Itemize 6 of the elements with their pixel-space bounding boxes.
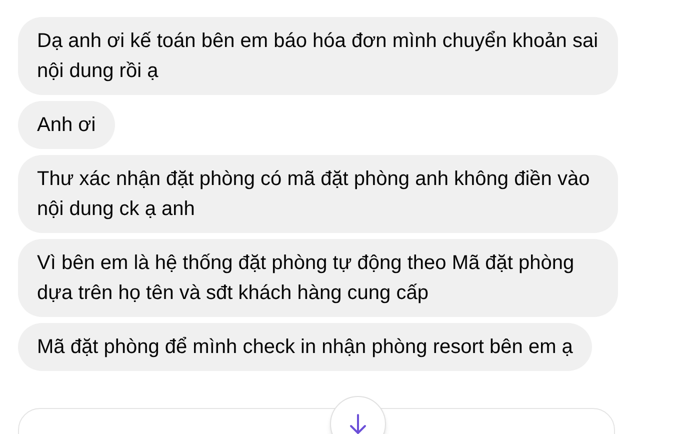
message-bubble: Dạ anh ơi kế toán bên em báo hóa đơn mình chuyển khoản sai nội dung rồi ạ (18, 17, 618, 95)
arrow-down-icon (349, 413, 367, 434)
message-bubble: Vì bên em là hệ thống đặt phòng tự động theo Mã đặt phòng dựa trên họ tên và sđt khách hàng cung cấp (18, 239, 618, 317)
message-bubble: Thư xác nhận đặt phòng có mã đặt phòng anh không điền vào nội dung ck ạ anh (18, 155, 618, 233)
message-bubble: Anh ơi (18, 101, 115, 149)
message-bubble: Mã đặt phòng để mình check in nhận phòng resort bên em ạ (18, 323, 592, 371)
